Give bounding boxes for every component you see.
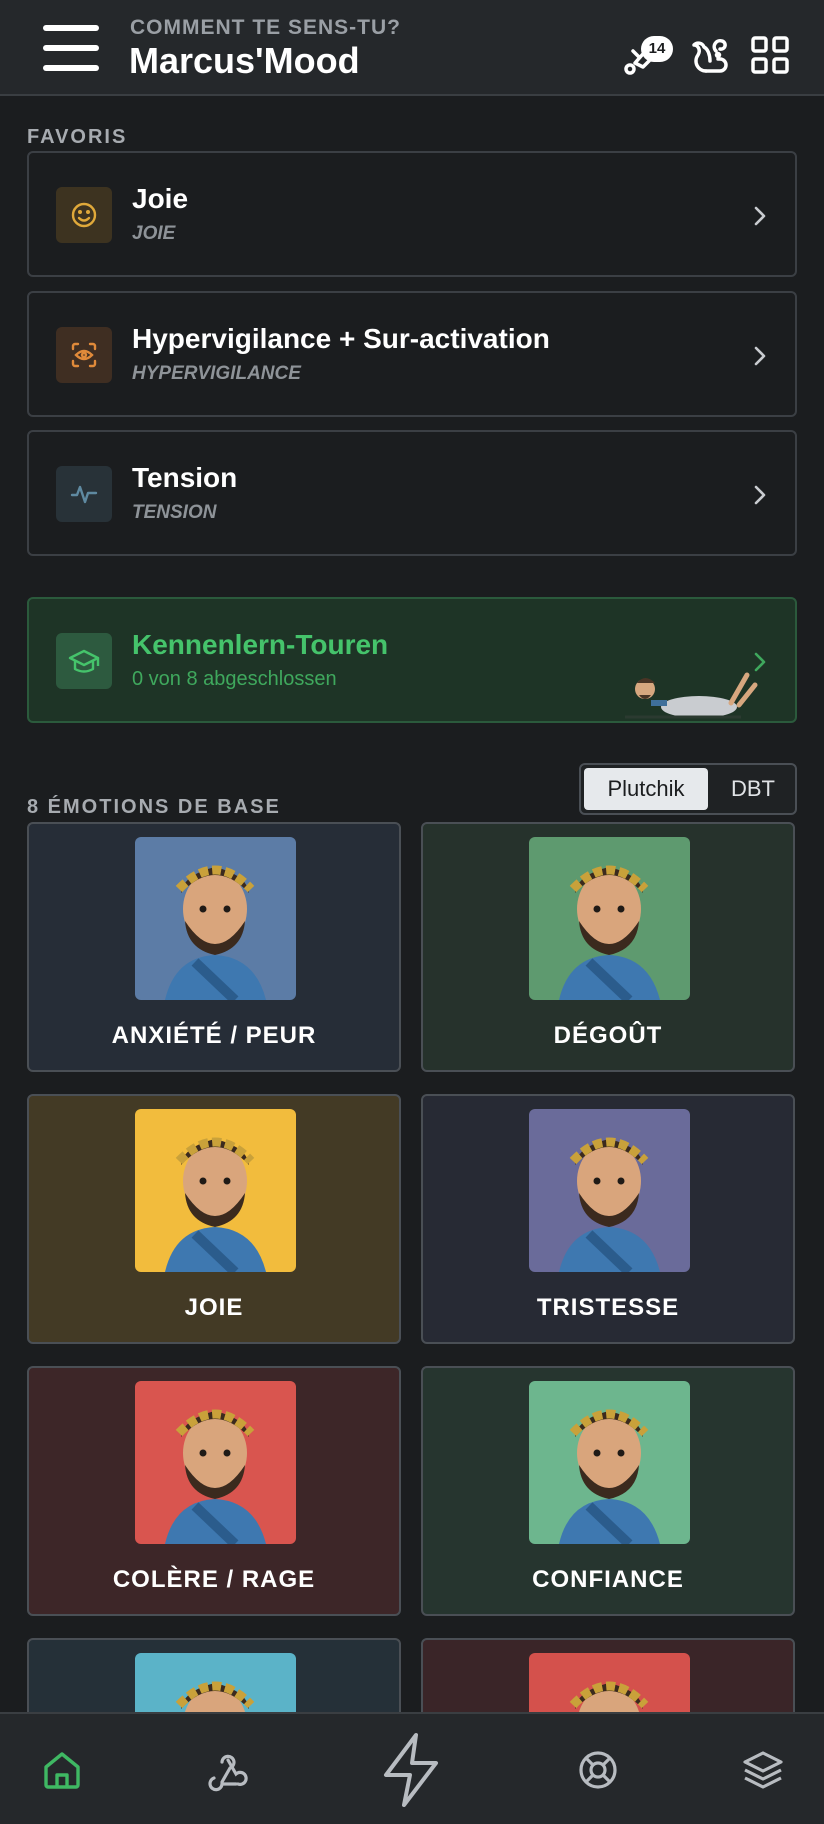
emotion-label: TRISTESSE <box>536 1294 680 1321</box>
emotion-card[interactable]: DÉGOÛT <box>421 822 795 1072</box>
app-title: Marcus'Mood <box>129 40 360 81</box>
nav-quick-log[interactable] <box>351 1714 471 1824</box>
onboarding-tour-card[interactable]: Kennenlern-Touren 0 von 8 abgeschlossen <box>27 597 797 723</box>
emotion-card[interactable]: CONFIANCE <box>421 1366 795 1616</box>
graduation-cap-icon <box>56 633 112 689</box>
favorite-subtitle: TENSION <box>132 502 217 523</box>
squirrel-icon[interactable] <box>686 33 730 77</box>
bottom-navigation <box>0 1712 824 1824</box>
nav-webhook[interactable] <box>166 1714 286 1824</box>
app-header: COMMENT TE SENS-TU? Marcus'Mood 14 <box>0 0 824 96</box>
grid-icon[interactable] <box>748 33 792 77</box>
emotion-card[interactable]: TRISTESSE <box>421 1094 795 1344</box>
toggle-option-plutchik[interactable]: Plutchik <box>584 768 708 810</box>
pulse-icon <box>56 466 112 522</box>
emotion-avatar-image <box>135 1381 296 1544</box>
header-subtitle: COMMENT TE SENS-TU? <box>130 16 401 39</box>
favorite-subtitle: HYPERVIGILANCE <box>132 363 301 384</box>
chevron-right-icon <box>754 346 766 366</box>
menu-icon[interactable] <box>43 22 99 74</box>
tour-progress: 0 von 8 abgeschlossen <box>132 668 337 690</box>
favorites-section-label: FAVORIS <box>27 126 128 148</box>
favorite-item-hypervigilance[interactable]: Hypervigilance + Sur-activation HYPERVIG… <box>27 291 797 417</box>
emotion-card[interactable]: ANXIÉTÉ / PEUR <box>27 822 401 1072</box>
model-toggle: Plutchik DBT <box>579 763 797 815</box>
nav-home[interactable] <box>2 1714 122 1824</box>
emotion-avatar-image <box>135 1109 296 1272</box>
toggle-option-dbt[interactable]: DBT <box>712 768 794 810</box>
emotion-avatar-image <box>529 837 690 1000</box>
smile-icon <box>56 187 112 243</box>
favorite-title: Tension <box>132 462 238 493</box>
lifebuoy-icon <box>579 1751 617 1789</box>
emotion-avatar-image <box>529 1109 690 1272</box>
layers-icon <box>743 1751 783 1789</box>
webhook-icon <box>208 1754 248 1792</box>
tour-title: Kennenlern-Touren <box>132 629 389 660</box>
emotion-card[interactable]: COLÈRE / RAGE <box>27 1366 401 1616</box>
emotion-avatar-image <box>135 837 296 1000</box>
scan-eye-icon <box>56 327 112 383</box>
favorite-item-joie[interactable]: Joie JOIE <box>27 151 797 277</box>
home-icon <box>44 1752 80 1789</box>
emotion-label: COLÈRE / RAGE <box>112 1566 316 1593</box>
emotions-section-label: 8 ÉMOTIONS DE BASE <box>27 796 281 818</box>
lightning-icon <box>384 1733 438 1807</box>
reclining-figure-illustration <box>625 672 758 719</box>
favorite-item-tension[interactable]: Tension TENSION <box>27 430 797 556</box>
notification-count-badge: 14 <box>641 36 673 62</box>
emotion-label: JOIE <box>184 1294 244 1321</box>
chevron-right-icon <box>754 652 766 672</box>
emotion-avatar-image <box>529 1381 690 1544</box>
favorite-title: Joie <box>132 183 189 214</box>
chevron-right-icon <box>754 485 766 505</box>
chevron-right-icon <box>754 206 766 226</box>
nav-layers[interactable] <box>703 1714 823 1824</box>
emotion-label: CONFIANCE <box>532 1566 684 1593</box>
emotion-label: DÉGOÛT <box>553 1022 663 1049</box>
emotion-label: ANXIÉTÉ / PEUR <box>111 1022 317 1049</box>
favorite-title: Hypervigilance + Sur-activation <box>132 323 550 354</box>
favorite-subtitle: JOIE <box>132 223 176 244</box>
emotion-card[interactable]: JOIE <box>27 1094 401 1344</box>
nav-help[interactable] <box>538 1714 658 1824</box>
